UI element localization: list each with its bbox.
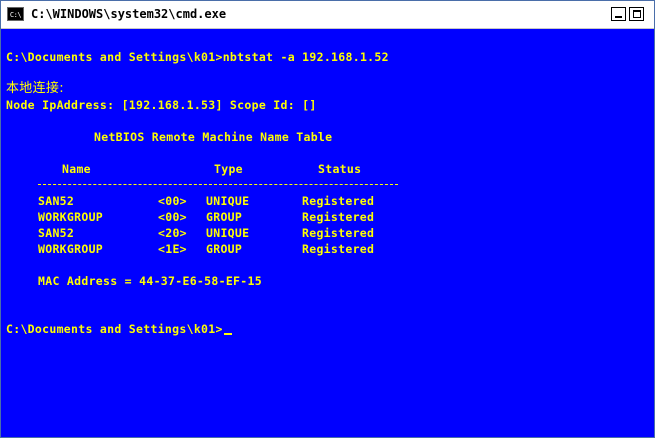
prompt-text: C:\Documents and Settings\k01>: [6, 322, 223, 336]
row-name: SAN52: [38, 194, 75, 208]
text-cursor: [223, 333, 232, 335]
row-name: WORKGROUP: [38, 210, 104, 224]
table-title: NetBIOS Remote Machine Name Table: [94, 130, 333, 144]
window-title: C:\WINDOWS\system32\cmd.exe: [31, 7, 227, 21]
column-header-status: Status: [318, 162, 362, 176]
column-header-type: Type: [214, 162, 243, 176]
prompt-line: C:\Documents and Settings\k01>: [6, 321, 232, 337]
mac-address-line: MAC Address = 44-37-E6-58-EF-15: [38, 274, 262, 288]
row-name: SAN52: [38, 226, 75, 240]
header-divider: [38, 184, 398, 185]
minimize-button[interactable]: [611, 7, 626, 21]
title-bar[interactable]: C:\ C:\WINDOWS\system32\cmd.exe: [1, 1, 654, 29]
row-type: GROUP: [206, 242, 243, 256]
row-status: Registered: [302, 194, 375, 208]
row-code: <00>: [158, 210, 187, 224]
adapter-label: 本地连接:: [6, 81, 64, 96]
maximize-icon: [633, 10, 641, 18]
row-status: Registered: [302, 226, 375, 240]
node-ip-line: Node IpAddress: [192.168.1.53] Scope Id:…: [6, 98, 317, 112]
row-status: Registered: [302, 210, 375, 224]
row-code: <00>: [158, 194, 187, 208]
row-type: UNIQUE: [206, 226, 250, 240]
row-type: GROUP: [206, 210, 243, 224]
console-window: C:\ C:\WINDOWS\system32\cmd.exe C:\Docum…: [0, 0, 655, 438]
row-status: Registered: [302, 242, 375, 256]
minimize-icon: [615, 16, 622, 18]
command-line: C:\Documents and Settings\k01>nbtstat -a…: [6, 50, 389, 64]
column-header-name: Name: [62, 162, 91, 176]
console-output[interactable]: C:\Documents and Settings\k01>nbtstat -a…: [1, 29, 654, 437]
cmd-icon[interactable]: C:\: [7, 7, 24, 21]
row-name: WORKGROUP: [38, 242, 104, 256]
row-code: <20>: [158, 226, 187, 240]
row-type: UNIQUE: [206, 194, 250, 208]
row-code: <1E>: [158, 242, 187, 256]
maximize-button[interactable]: [629, 7, 644, 21]
